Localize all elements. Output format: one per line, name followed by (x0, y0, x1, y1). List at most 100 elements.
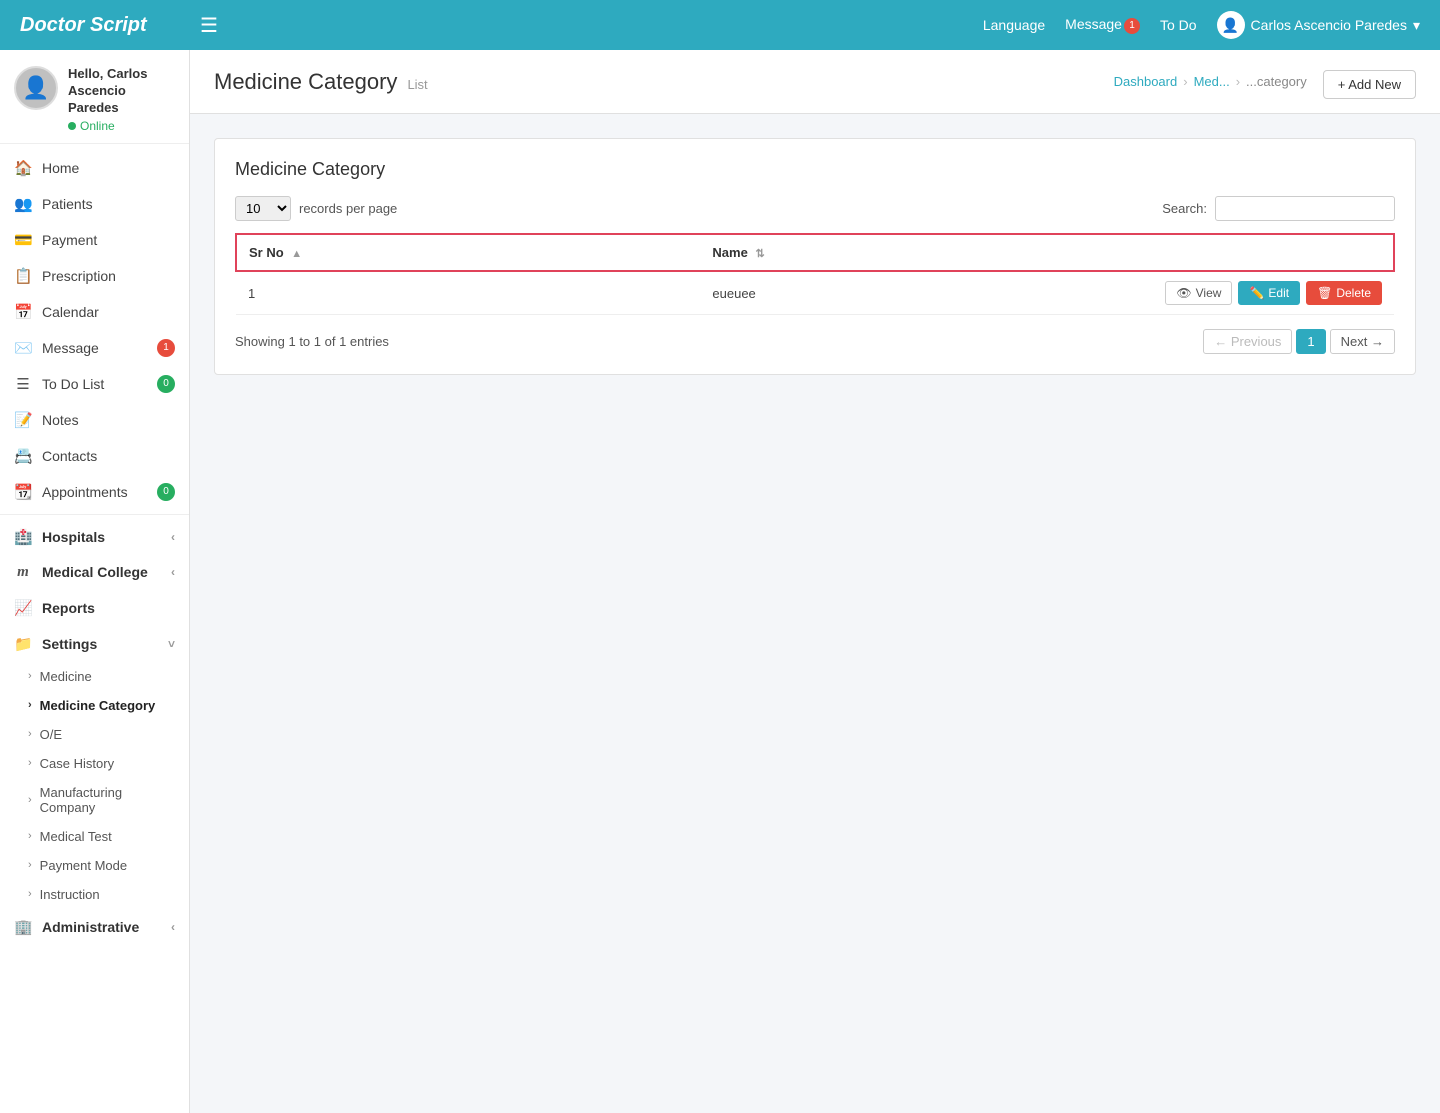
user-menu[interactable]: 👤 Carlos Ascencio Paredes ▾ (1217, 11, 1420, 39)
sidebar-item-reports[interactable]: 📈 Reports (0, 590, 189, 626)
content: Medicine Category List Dashboard › Med..… (190, 50, 1440, 1113)
user-avatar-icon: 👤 (1217, 11, 1245, 39)
col-name[interactable]: Name ⇅ (700, 234, 1153, 271)
patients-icon: 👥 (14, 195, 32, 213)
sidebar-subitem-medicine[interactable]: › Medicine (0, 662, 189, 691)
medicine-category-card: Medicine Category 10 25 50 100 records p… (214, 138, 1416, 375)
reports-icon: 📈 (14, 599, 32, 617)
user-dropdown-icon: ▾ (1413, 17, 1420, 34)
medical-college-icon: m (14, 564, 32, 581)
col-sr-no[interactable]: Sr No ▲ (236, 234, 700, 271)
arrow-icon: › (28, 699, 32, 711)
sidebar-status: Online (68, 119, 175, 133)
table-header-row: Sr No ▲ Name ⇅ (236, 234, 1394, 271)
sidebar-item-contacts[interactable]: 📇 Contacts (0, 438, 189, 474)
current-page[interactable]: 1 (1296, 329, 1325, 354)
settings-subnav: › Medicine › Medicine Category › O/E › C… (0, 662, 189, 909)
table-controls: 10 25 50 100 records per page Search: (235, 196, 1395, 221)
sidebar-item-prescription[interactable]: 📋 Prescription (0, 258, 189, 294)
sidebar-item-calendar[interactable]: 📅 Calendar (0, 294, 189, 330)
breadcrumb-dashboard[interactable]: Dashboard (1114, 74, 1178, 89)
sidebar-item-label: Patients (42, 196, 175, 212)
sidebar-hello: Hello, Carlos Ascencio Paredes (68, 66, 175, 117)
message-count-badge: 1 (157, 339, 175, 357)
sidebar-item-administrative[interactable]: 🏢 Administrative ‹ (0, 909, 189, 945)
sidebar-subitem-oe[interactable]: › O/E (0, 720, 189, 749)
sidebar-subitem-label: Payment Mode (40, 858, 127, 873)
calendar-icon: 📅 (14, 303, 32, 321)
notes-icon: 📝 (14, 411, 32, 429)
sidebar-subitem-case-history[interactable]: › Case History (0, 749, 189, 778)
sidebar-subitem-label: Case History (40, 756, 114, 771)
sidebar-item-home[interactable]: 🏠 Home (0, 150, 189, 186)
todo-link[interactable]: To Do (1160, 17, 1197, 33)
appointments-count-badge: 0 (157, 483, 175, 501)
hamburger-icon[interactable]: ☰ (200, 13, 218, 38)
sidebar-subitem-instruction[interactable]: › Instruction (0, 880, 189, 909)
home-icon: 🏠 (14, 159, 32, 177)
sidebar-item-patients[interactable]: 👥 Patients (0, 186, 189, 222)
cell-actions: 👁 View ✏️ Edit 🗑 Delet (1153, 271, 1394, 315)
search-label: Search: (1162, 201, 1207, 216)
topnav: Doctor Script ☰ Language Message1 To Do … (0, 0, 1440, 50)
brand: Doctor Script (20, 14, 180, 37)
sidebar-item-label: Calendar (42, 304, 175, 320)
status-dot-icon (68, 122, 76, 130)
sidebar-item-label: Message (42, 340, 147, 356)
sidebar-subitem-label: Medicine Category (40, 698, 156, 713)
arrow-icon: › (28, 757, 32, 769)
next-page-button[interactable]: Next → (1330, 329, 1395, 354)
sort-icon: ⇅ (755, 248, 764, 260)
sidebar-subitem-manufacturing-company[interactable]: › Manufacturing Company (0, 778, 189, 822)
arrow-icon: › (28, 728, 32, 740)
sidebar-item-medical-college[interactable]: m Medical College ‹ (0, 555, 189, 590)
arrow-icon: › (28, 830, 32, 842)
sidebar-nav: 🏠 Home 👥 Patients 💳 Payment 📋 Prescripti… (0, 144, 189, 951)
settings-icon: 📁 (14, 635, 32, 653)
medical-college-chevron-icon: ‹ (171, 565, 175, 579)
delete-icon: 🗑 (1317, 286, 1332, 300)
sidebar-subitem-label: Medicine (40, 669, 92, 684)
sidebar-subitem-medical-test[interactable]: › Medical Test (0, 822, 189, 851)
content-body: Medicine Category 10 25 50 100 records p… (190, 114, 1440, 399)
breadcrumb-med[interactable]: Med... (1194, 74, 1230, 89)
view-button[interactable]: 👁 View (1165, 281, 1232, 305)
sidebar-item-label: Medical College (42, 564, 161, 580)
arrow-icon: › (28, 859, 32, 871)
payment-icon: 💳 (14, 231, 32, 249)
add-new-button[interactable]: + Add New (1323, 70, 1416, 99)
sidebar-item-appointments[interactable]: 📆 Appointments 0 (0, 474, 189, 510)
search-input[interactable] (1215, 196, 1395, 221)
language-link[interactable]: Language (983, 17, 1045, 33)
sidebar-item-notes[interactable]: 📝 Notes (0, 402, 189, 438)
sidebar-item-payment[interactable]: 💳 Payment (0, 222, 189, 258)
todo-count-badge: 0 (157, 375, 175, 393)
delete-button[interactable]: 🗑 Delete (1306, 281, 1382, 305)
sidebar-item-hospitals[interactable]: 🏥 Hospitals ‹ (0, 519, 189, 555)
medicine-category-table: Sr No ▲ Name ⇅ 1 (235, 233, 1395, 315)
sidebar-item-label: Home (42, 160, 175, 176)
topnav-right: Language Message1 To Do 👤 Carlos Ascenci… (983, 11, 1420, 39)
sidebar-subitem-medicine-category[interactable]: › Medicine Category (0, 691, 189, 720)
contacts-icon: 📇 (14, 447, 32, 465)
sidebar-item-label: Payment (42, 232, 175, 248)
sidebar-item-label: Hospitals (42, 529, 161, 545)
avatar: 👤 (14, 66, 58, 110)
sidebar-item-settings[interactable]: 📁 Settings ˅ (0, 626, 189, 662)
sidebar-item-label: To Do List (42, 376, 147, 392)
message-link[interactable]: Message1 (1065, 16, 1140, 33)
prescription-icon: 📋 (14, 267, 32, 285)
records-per-page-label: records per page (299, 201, 397, 216)
records-per-page-select[interactable]: 10 25 50 100 (235, 196, 291, 221)
sidebar-subitem-label: O/E (40, 727, 62, 742)
prev-page-button[interactable]: ← Previous (1203, 329, 1292, 354)
hospitals-chevron-icon: ‹ (171, 530, 175, 544)
sidebar-subitem-payment-mode[interactable]: › Payment Mode (0, 851, 189, 880)
sort-icon: ▲ (291, 248, 302, 260)
sidebar-item-message[interactable]: ✉️ Message 1 (0, 330, 189, 366)
user-name: Carlos Ascencio Paredes (1251, 17, 1407, 33)
edit-button[interactable]: ✏️ Edit (1238, 281, 1300, 305)
sidebar-item-todo[interactable]: ☰ To Do List 0 (0, 366, 189, 402)
page-title: Medicine Category (214, 69, 397, 95)
row-actions: 👁 View ✏️ Edit 🗑 Delet (1165, 281, 1382, 305)
